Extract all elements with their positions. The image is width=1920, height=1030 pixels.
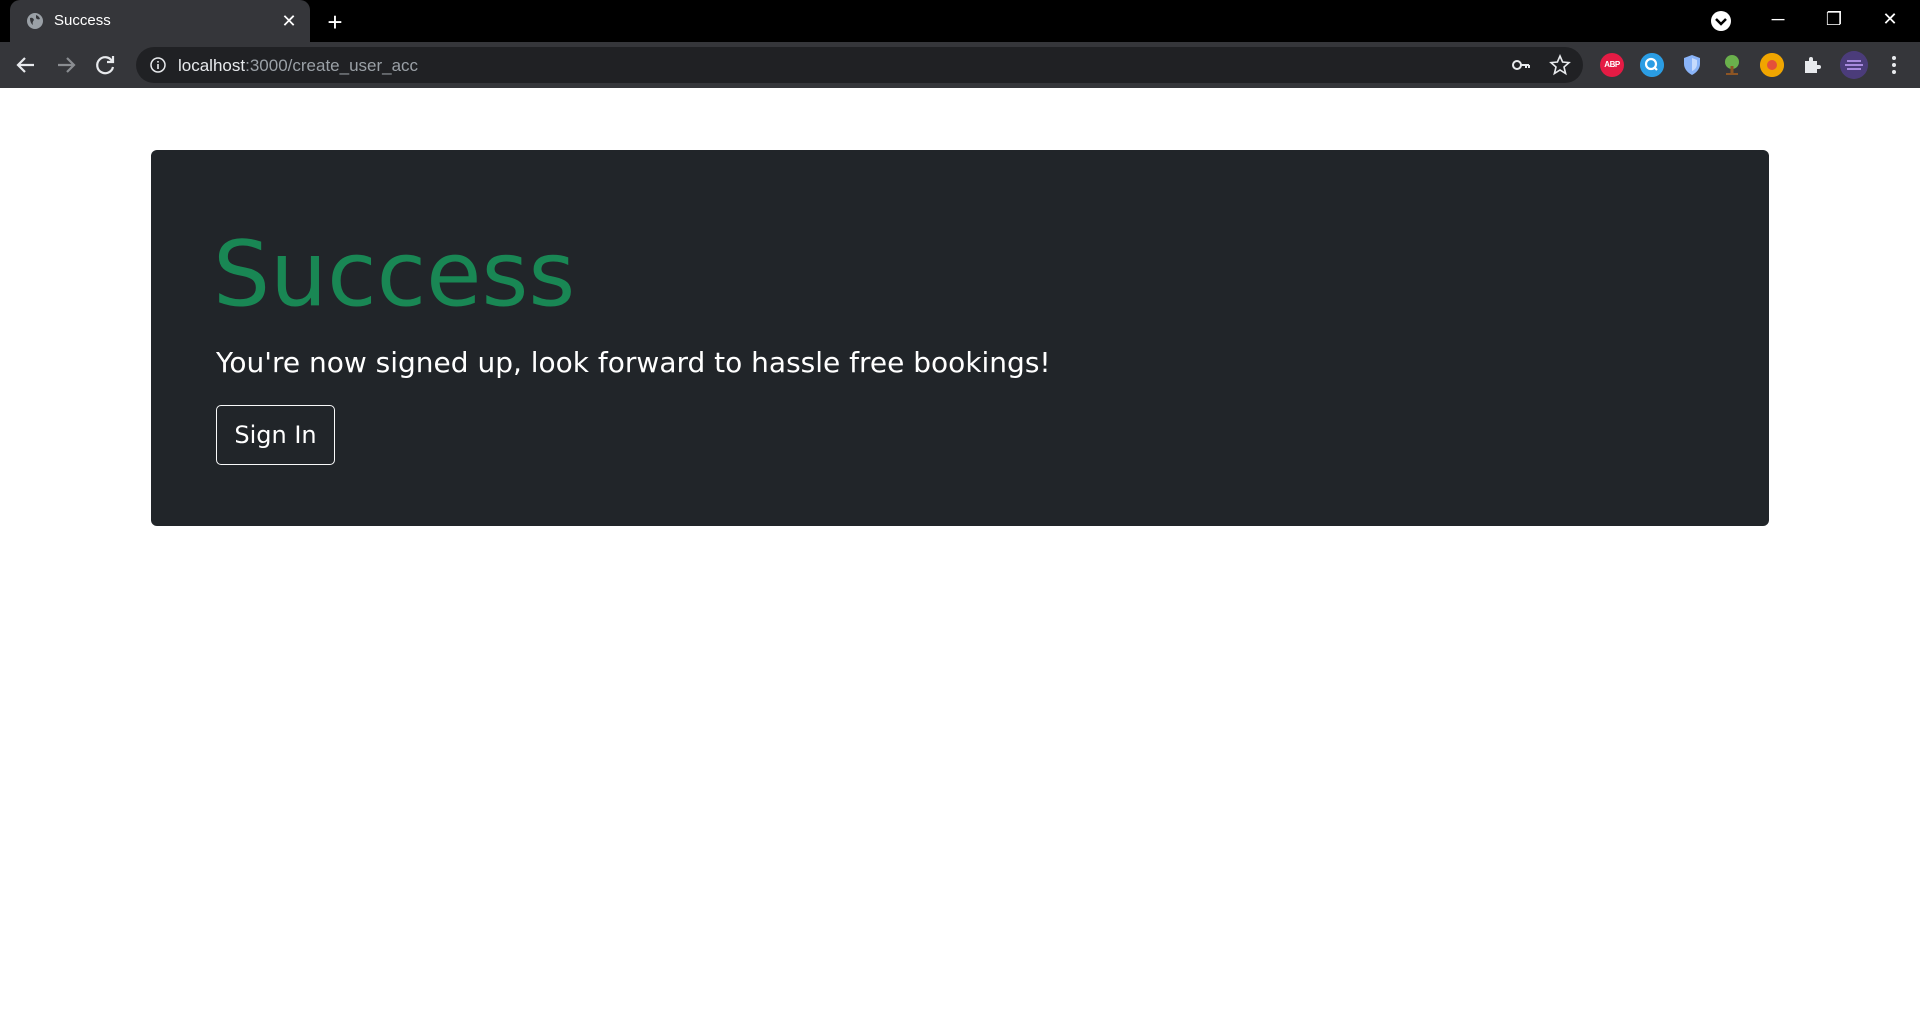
url-path: :3000/create_user_acc <box>245 56 419 75</box>
close-tab-icon[interactable]: ✕ <box>278 10 300 32</box>
tree-extension-icon[interactable] <box>1720 53 1744 77</box>
browser-toolbar: localhost:3000/create_user_acc ABP <box>0 42 1920 88</box>
site-info-icon[interactable] <box>150 57 166 73</box>
search-extension-icon[interactable] <box>1640 53 1664 77</box>
page-title: Success <box>213 222 576 327</box>
flower-extension-icon[interactable] <box>1760 53 1784 77</box>
adblock-extension-icon[interactable]: ABP <box>1600 53 1624 77</box>
browser-tabstrip: Success ✕ + ─ ❐ ✕ <box>0 0 1920 42</box>
success-jumbotron: Success You're now signed up, look forwa… <box>151 150 1769 526</box>
close-window-button[interactable]: ✕ <box>1862 0 1918 42</box>
extensions-puzzle-icon[interactable] <box>1800 53 1824 77</box>
reload-icon[interactable] <box>90 49 122 81</box>
url-host: localhost <box>178 56 246 75</box>
tab-title: Success <box>54 12 111 29</box>
tab-search-icon[interactable] <box>1710 10 1732 32</box>
minimize-button[interactable]: ─ <box>1750 0 1806 42</box>
success-message: You're now signed up, look forward to ha… <box>216 346 1051 379</box>
forward-icon[interactable] <box>50 49 82 81</box>
bookmark-star-icon[interactable] <box>1549 54 1571 76</box>
key-icon[interactable] <box>1511 55 1531 75</box>
restore-button[interactable]: ❐ <box>1806 0 1862 42</box>
profile-avatar-icon[interactable] <box>1840 51 1868 79</box>
back-icon[interactable] <box>10 49 42 81</box>
browser-tab[interactable]: Success ✕ <box>10 0 310 42</box>
url-text[interactable]: localhost:3000/create_user_acc <box>178 56 418 76</box>
globe-icon <box>27 13 43 29</box>
sign-in-button[interactable]: Sign In <box>216 405 335 465</box>
address-bar[interactable]: localhost:3000/create_user_acc <box>136 47 1583 83</box>
shield-extension-icon[interactable] <box>1680 53 1704 77</box>
more-menu-icon[interactable] <box>1882 53 1906 77</box>
new-tab-button[interactable]: + <box>322 9 348 35</box>
